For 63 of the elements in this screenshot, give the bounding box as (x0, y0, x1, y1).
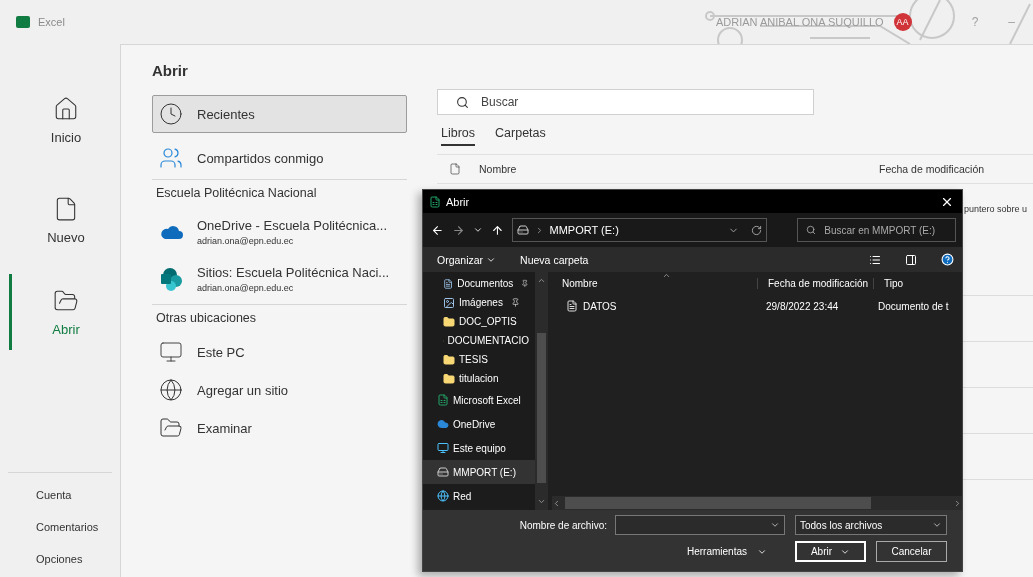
location-name: Recientes (197, 106, 255, 122)
folder-tree-item[interactable]: DOC_OPTIS (423, 312, 535, 331)
file-type-dropdown[interactable]: Todos los archivos (795, 515, 947, 535)
search-placeholder: Buscar (481, 95, 519, 109)
app-name: Excel (38, 16, 65, 28)
file-name-label: Nombre de archivo: (519, 519, 607, 531)
column-header[interactable]: Fecha de modificación (758, 277, 874, 289)
organize-button[interactable]: Organizar (437, 253, 497, 266)
column-header[interactable]: Fecha de modificación (879, 163, 985, 175)
folder-tree-item[interactable]: Imágenes (423, 293, 535, 312)
page-heading: Abrir (152, 62, 189, 79)
nav-footer-item[interactable]: Opciones (8, 543, 112, 575)
location-account: adrian.ona@epn.edu.ec (197, 282, 295, 293)
location-item[interactable]: Sitios: Escuela Politécnica Naci... adrian.ona@epn.edu.ec (152, 255, 407, 302)
section-title: Escuela Politécnica Nacional (152, 179, 407, 208)
location-item[interactable]: Este PC (152, 333, 407, 371)
location-item[interactable]: Compartidos conmigo (152, 139, 407, 177)
location-item[interactable]: OneDrive - Escuela Politécnica... adrian.ona@epn.edu.ec (152, 208, 407, 255)
location-account: adrian.ona@epn.edu.ec (197, 235, 295, 246)
open-button[interactable]: Abrir (795, 541, 866, 562)
folder-tree-item[interactable]: Documentos (423, 274, 535, 293)
folder-tree-item[interactable]: Red (423, 484, 535, 508)
search-placeholder: Buscar en MMPORT (E:) (824, 224, 936, 236)
folder-tree-item[interactable]: MMPORT (E:) (423, 460, 535, 484)
tab[interactable]: Carpetas (495, 126, 546, 146)
location-name: OneDrive - Escuela Politécnica... (197, 217, 388, 233)
location-name: Agregar un sitio (197, 382, 289, 398)
new-folder-button[interactable]: Nueva carpeta (520, 253, 589, 266)
nav-item[interactable]: Nuevo (9, 170, 120, 270)
section-title: Otras ubicaciones (152, 304, 407, 333)
location-name: Examinar (197, 420, 252, 436)
address-path: MMPORT (E:) (549, 224, 620, 236)
location-item[interactable]: Agregar un sitio (152, 371, 407, 409)
dialog-title: Abrir (446, 195, 470, 208)
user-avatar[interactable]: AA (893, 13, 912, 31)
type-cell-text: Documento de t (877, 300, 950, 312)
nav-item[interactable]: Inicio (9, 70, 120, 170)
search-field[interactable]: Buscar en MMPORT (E:) (797, 218, 956, 242)
location-item[interactable]: Examinar (152, 409, 407, 447)
folder-tree-item[interactable]: Microsoft Excel (423, 388, 535, 412)
address-bar[interactable]: MMPORT (E:) (511, 218, 768, 242)
column-header[interactable]: Nombre (552, 277, 758, 289)
folder-tree-item[interactable]: titulacion (423, 369, 535, 388)
tools-button[interactable]: Herramientas (680, 545, 773, 558)
modified-cell-text: 29/8/2022 23:44 (765, 300, 840, 312)
nav-footer-item[interactable]: Comentarios (8, 511, 112, 543)
tab[interactable]: Libros (441, 126, 476, 146)
search-field[interactable]: Buscar (437, 89, 814, 115)
user-name: ADRIAN ANIBAL ONA SUQUILLO (715, 16, 884, 28)
nav-footer-item[interactable]: Cuenta (8, 479, 112, 511)
location-name: Compartidos conmigo (197, 150, 324, 166)
folder-tree-item[interactable]: Este equipo (423, 436, 535, 460)
folder-tree-item[interactable]: OneDrive (423, 412, 535, 436)
hint-text: puntero sobre u (964, 204, 1029, 214)
location-item[interactable]: Recientes (152, 95, 407, 133)
file-name-cell[interactable]: DATOS (578, 300, 756, 312)
folder-tree-item[interactable]: TESIS (423, 350, 535, 369)
location-name: Este PC (197, 344, 245, 360)
cancel-button[interactable]: Cancelar (876, 541, 947, 562)
column-header[interactable]: Nombre (479, 163, 879, 175)
location-name: Sitios: Escuela Politécnica Naci... (197, 264, 390, 280)
folder-tree-item[interactable]: DOCUMENTACIO (423, 331, 535, 350)
column-header[interactable]: Tipo (874, 277, 960, 289)
